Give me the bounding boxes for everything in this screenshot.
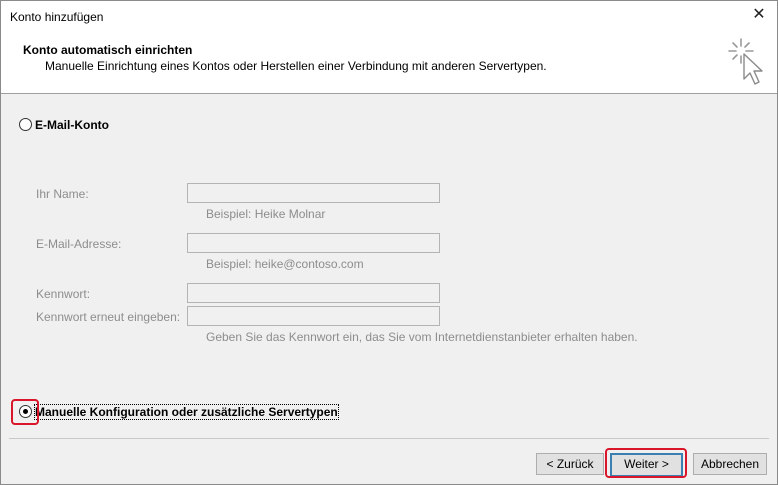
password-repeat-input[interactable]: [187, 306, 440, 326]
dialog-window: Konto hinzufügen ✕ Konto automatisch ein…: [0, 0, 778, 485]
email-hint: Beispiel: heike@contoso.com: [206, 257, 364, 271]
close-icon[interactable]: ✕: [749, 5, 769, 25]
name-label: Ihr Name:: [36, 187, 89, 201]
email-account-radio[interactable]: [19, 118, 32, 131]
title-bar: Konto hinzufügen ✕: [1, 1, 777, 31]
name-input[interactable]: [187, 183, 440, 203]
password-hint: Geben Sie das Kennwort ein, das Sie vom …: [206, 330, 638, 344]
window-title: Konto hinzufügen: [10, 10, 104, 24]
email-account-label[interactable]: E-Mail-Konto: [35, 118, 109, 132]
password-repeat-label: Kennwort erneut eingeben:: [36, 310, 181, 324]
manual-config-label[interactable]: Manuelle Konfiguration oder zusätzliche …: [34, 404, 339, 420]
back-button[interactable]: < Zurück: [536, 453, 604, 475]
magic-wand-cursor-icon: [728, 38, 763, 85]
footer-separator: [9, 438, 769, 439]
radio-highlight-box: [11, 399, 39, 425]
header-title: Konto automatisch einrichten: [23, 43, 193, 57]
dialog-header: Konto automatisch einrichten Manuelle Ei…: [1, 31, 777, 94]
header-subtitle: Manuelle Einrichtung eines Kontos oder H…: [45, 59, 547, 73]
next-highlight-box: [605, 448, 687, 478]
email-address-label: E-Mail-Adresse:: [36, 237, 122, 251]
name-hint: Beispiel: Heike Molnar: [206, 207, 326, 221]
password-label: Kennwort:: [36, 287, 91, 301]
password-input[interactable]: [187, 283, 440, 303]
cancel-button[interactable]: Abbrechen: [693, 453, 767, 475]
email-address-input[interactable]: [187, 233, 440, 253]
